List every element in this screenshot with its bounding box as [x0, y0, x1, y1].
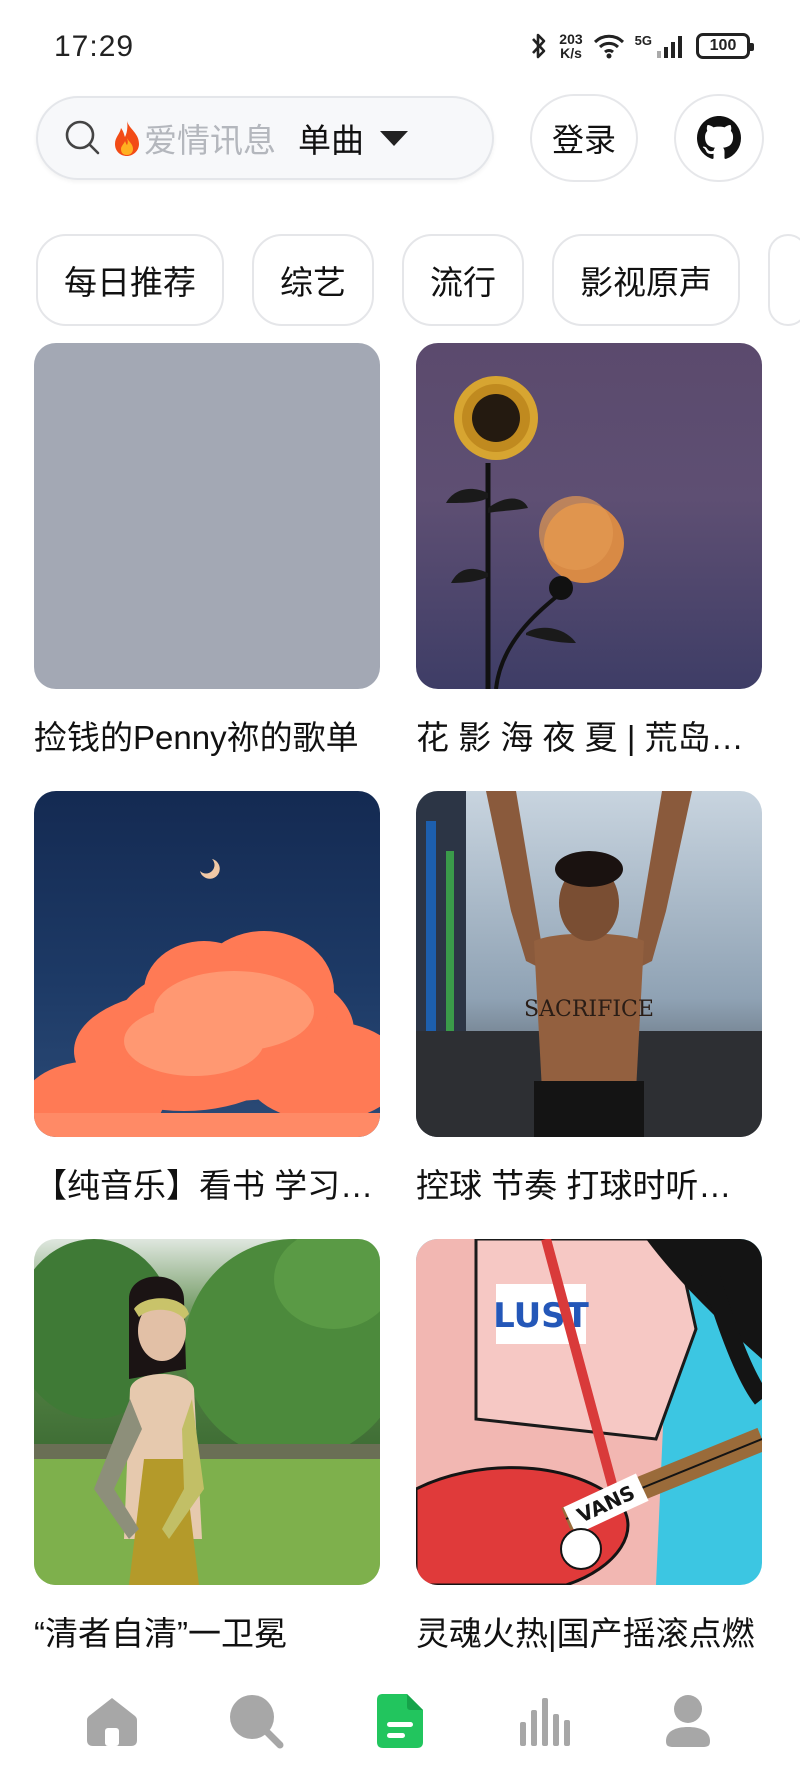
search-type-label: 单曲 — [298, 122, 364, 159]
playlist-card[interactable]: 花 影 海 夜 夏 | 荒岛人间 氛围音乐 — [416, 343, 762, 756]
chart-icon — [520, 1698, 570, 1746]
signal-icon — [657, 36, 682, 58]
athlete-image: SACRIFICE — [416, 791, 762, 1137]
chevron-down-icon — [380, 131, 408, 146]
category-chip[interactable]: 每日推荐 — [36, 234, 224, 326]
github-button[interactable] — [674, 94, 764, 182]
playlist-title: 灵魂火热|国产摇滚点燃 — [416, 1615, 755, 1652]
cloud-moon-image — [34, 859, 380, 1137]
search-placeholder-text: 爱情讯息 — [144, 122, 276, 159]
search-input[interactable]: 爱情讯息 单曲 — [36, 96, 494, 180]
guitarist-illustration: LUST VANS — [416, 1239, 762, 1585]
status-icons: 203 K/s 5G 100 — [529, 32, 754, 60]
nav-profile[interactable] — [648, 1681, 728, 1761]
search-placeholder: 爱情讯息 — [112, 114, 292, 162]
playlist-card[interactable]: 【纯音乐】看书 学习 工作 — [34, 791, 380, 1204]
girl-park-image — [34, 1239, 380, 1585]
search-type-dropdown[interactable]: 单曲 — [298, 114, 410, 162]
user-icon — [666, 1695, 710, 1747]
search-icon — [65, 120, 100, 155]
playlist-cover: LUST VANS — [416, 1239, 762, 1585]
wifi-icon — [593, 34, 624, 59]
net-speed-unit: K/s — [560, 45, 582, 61]
category-tabs: 每日推荐 综艺 流行 影视原声 — [36, 234, 800, 326]
nav-search[interactable] — [216, 1681, 296, 1761]
search-row: 爱情讯息 单曲 登录 — [0, 94, 800, 184]
bottom-nav — [0, 1666, 800, 1776]
playlist-cover: SACRIFICE — [416, 791, 762, 1137]
playlist-card[interactable]: “清者自清”一卫冕 — [34, 1239, 380, 1652]
svg-text:SACRIFICE: SACRIFICE — [524, 997, 654, 1022]
net-speed-value: 203 — [559, 31, 583, 47]
bluetooth-icon — [532, 33, 546, 59]
status-time: 17:29 — [54, 30, 135, 63]
playlist-cover — [416, 343, 762, 689]
net-speed: 203 K/s — [559, 32, 582, 60]
category-chip[interactable]: 流行 — [402, 234, 524, 326]
playlist-title: 捡钱的Penny祢的歌单 — [34, 719, 359, 756]
status-bar: 17:29 203 K/s 5G 100 — [0, 0, 800, 88]
playlist-title: 花 影 海 夜 夏 | 荒岛人间 氛围音乐 — [416, 719, 762, 756]
playlist-icon — [377, 1694, 423, 1748]
nav-home[interactable] — [72, 1681, 152, 1761]
login-button[interactable]: 登录 — [530, 94, 638, 182]
battery-indicator: 100 — [696, 33, 754, 59]
nav-playlist[interactable] — [360, 1681, 440, 1761]
category-chip-partial[interactable] — [768, 234, 800, 326]
playlist-card[interactable]: LUST VANS 灵魂火热|国产摇滚点燃 — [416, 1239, 762, 1652]
playlist-cover — [34, 1239, 380, 1585]
playlist-cover — [34, 791, 380, 1137]
github-icon — [697, 116, 741, 159]
playlist-card[interactable]: 捡钱的Penny祢的歌单 — [34, 343, 380, 756]
home-icon — [87, 1698, 137, 1746]
nav-charts[interactable] — [504, 1681, 584, 1761]
network-type: 5G — [634, 32, 652, 48]
playlist-title: 控球 节奏 打球时听的歌 — [416, 1167, 762, 1204]
search-icon — [230, 1695, 284, 1749]
fire-icon — [115, 121, 139, 156]
category-chip[interactable]: 综艺 — [252, 234, 374, 326]
playlist-card[interactable]: SACRIFICE 控球 节奏 打球时听的歌 — [416, 791, 762, 1204]
playlist-cover — [34, 343, 380, 689]
playlist-title: 【纯音乐】看书 学习 工作 — [34, 1167, 380, 1204]
app-screen: 17:29 203 K/s 5G 100 爱情讯息 单曲 登录 每日推荐 综艺 … — [0, 0, 800, 1776]
sunflower-moon-image — [446, 376, 624, 689]
category-chip[interactable]: 影视原声 — [552, 234, 740, 326]
playlist-title: “清者自清”一卫冕 — [34, 1615, 287, 1652]
